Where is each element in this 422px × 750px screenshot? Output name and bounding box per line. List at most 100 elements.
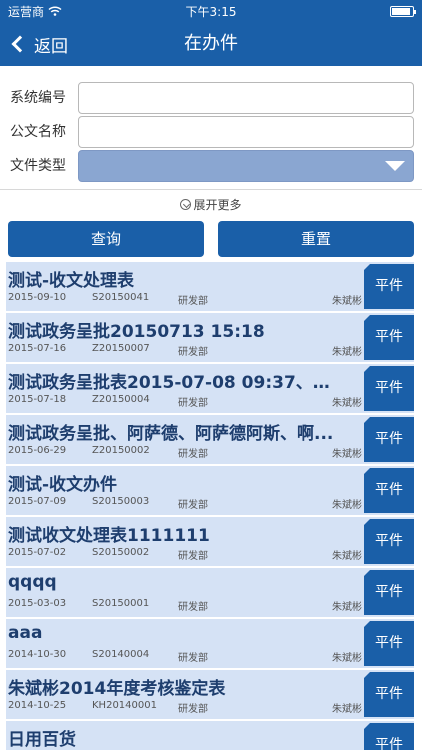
list-item[interactable]: 朱斌彬2014年度考核鉴定表 2014-10-25 KH20140001 研发部… (6, 670, 414, 719)
tag-corner (364, 315, 370, 321)
item-tag: 平件 (364, 315, 414, 360)
item-dept: 研发部 (178, 500, 208, 511)
item-date: 2015-09-10 (8, 292, 67, 303)
search-button[interactable]: 查询 (8, 221, 204, 257)
item-person: 朱斌彬 (332, 398, 362, 409)
list-item[interactable]: 测试-收文办件 2015-07-09 S20150003 研发部 朱斌彬 平件 (6, 466, 414, 515)
item-dept: 研发部 (178, 551, 208, 562)
item-code: S20150001 (92, 598, 150, 609)
list-item[interactable]: 日用百货 平件 (6, 721, 414, 750)
tag-corner (364, 570, 370, 576)
item-code: Z20150007 (92, 343, 150, 354)
caret-down-icon (385, 161, 405, 171)
item-person: 朱斌彬 (332, 704, 362, 715)
item-dept: 研发部 (178, 449, 208, 460)
item-code: Z20150004 (92, 394, 150, 405)
item-title: 测试政务呈批20150713 15:18 (8, 322, 265, 342)
item-dept: 研发部 (178, 704, 208, 715)
item-dept: 研发部 (178, 398, 208, 409)
item-dept: 研发部 (178, 602, 208, 613)
list-item[interactable]: qqqq 2015-03-03 S20150001 研发部 朱斌彬 平件 (6, 568, 414, 617)
item-code: S20150041 (92, 292, 150, 303)
tag-corner (364, 519, 370, 525)
item-tag: 平件 (364, 621, 414, 666)
item-person: 朱斌彬 (332, 449, 362, 460)
carrier-label: 运营商 (8, 4, 45, 19)
item-date: 2015-07-18 (8, 394, 67, 405)
item-date: 2015-03-03 (8, 598, 67, 609)
status-bar: 运营商 下午3:15 (0, 0, 422, 22)
wifi-icon (48, 6, 62, 16)
list-item[interactable]: 测试-收文处理表 2015-09-10 S20150041 研发部 朱斌彬 平件 (6, 262, 414, 311)
tag-corner (364, 264, 370, 270)
item-date: 2015-07-16 (8, 343, 67, 354)
item-title: 测试政务呈批表2015-07-08 09:37、阿萨德 (8, 373, 338, 393)
status-left: 运营商 (8, 3, 148, 20)
item-person: 朱斌彬 (332, 347, 362, 358)
item-dept: 研发部 (178, 296, 208, 307)
list-item[interactable]: aaa 2014-10-30 S20140004 研发部 朱斌彬 平件 (6, 619, 414, 668)
item-tag: 平件 (364, 570, 414, 615)
tag-corner (364, 672, 370, 678)
system-no-input[interactable] (78, 82, 414, 114)
item-tag: 平件 (364, 417, 414, 462)
item-title: qqqq (8, 572, 57, 592)
item-person: 朱斌彬 (332, 296, 362, 307)
file-type-row: 文件类型 (0, 150, 422, 182)
battery-icon (390, 5, 416, 17)
item-title: 日用百货 (8, 730, 76, 750)
item-tag: 平件 (364, 519, 414, 564)
expand-more-label: 展开更多 (193, 198, 242, 212)
item-date: 2015-07-09 (8, 496, 67, 507)
expand-more-link[interactable]: 展开更多 (0, 196, 422, 216)
item-date: 2015-06-29 (8, 445, 67, 456)
battery-fill (392, 7, 411, 15)
item-date: 2015-07-02 (8, 547, 67, 558)
doc-name-input[interactable] (78, 116, 414, 148)
list-item[interactable]: 测试政务呈批、阿萨德、阿萨德阿斯、啊... 2015-06-29 Z201500… (6, 415, 414, 464)
item-dept: 研发部 (178, 347, 208, 358)
tag-corner (364, 366, 370, 372)
item-person: 朱斌彬 (332, 500, 362, 511)
item-title: 测试收文处理表1111111 (8, 526, 210, 546)
chevron-left-icon (11, 35, 29, 53)
system-no-label: 系统编号 (10, 90, 66, 106)
system-no-row: 系统编号 (0, 82, 422, 114)
item-title: aaa (8, 623, 43, 643)
nav-bar: 返回 在办件 (0, 22, 422, 66)
item-title: 测试-收文办件 (8, 475, 118, 495)
tag-corner (364, 723, 370, 729)
file-type-select[interactable] (78, 150, 414, 182)
status-right (274, 5, 416, 17)
doc-name-label: 公文名称 (10, 124, 66, 140)
list-item[interactable]: 测试收文处理表1111111 2015-07-02 S20150002 研发部 … (6, 517, 414, 566)
item-code: KH20140001 (92, 700, 157, 711)
item-person: 朱斌彬 (332, 653, 362, 664)
back-label: 返回 (34, 36, 68, 57)
item-date: 2014-10-25 (8, 700, 67, 711)
item-code: S20140004 (92, 649, 150, 660)
item-code: S20150003 (92, 496, 150, 507)
reset-button[interactable]: 重置 (218, 221, 414, 257)
list-item[interactable]: 测试政务呈批20150713 15:18 2015-07-16 Z2015000… (6, 313, 414, 362)
item-tag: 平件 (364, 366, 414, 411)
item-tag: 平件 (364, 723, 414, 750)
item-code: S20150002 (92, 547, 150, 558)
item-title: 朱斌彬2014年度考核鉴定表 (8, 679, 226, 699)
file-type-label: 文件类型 (10, 158, 66, 174)
status-time: 下午3:15 (185, 4, 237, 19)
item-person: 朱斌彬 (332, 602, 362, 613)
item-tag: 平件 (364, 468, 414, 513)
tag-corner (364, 468, 370, 474)
chevron-down-circle-icon (180, 199, 192, 210)
tag-corner (364, 417, 370, 423)
item-tag: 平件 (364, 264, 414, 309)
back-button[interactable]: 返回 (10, 22, 68, 66)
search-form: 系统编号 公文名称 文件类型 (0, 66, 422, 190)
item-tag: 平件 (364, 672, 414, 717)
item-code: Z20150002 (92, 445, 150, 456)
list-item[interactable]: 测试政务呈批表2015-07-08 09:37、阿萨德 2015-07-18 Z… (6, 364, 414, 413)
doc-name-row: 公文名称 (0, 116, 422, 148)
item-title: 测试政务呈批、阿萨德、阿萨德阿斯、啊... (8, 424, 334, 444)
item-dept: 研发部 (178, 653, 208, 664)
